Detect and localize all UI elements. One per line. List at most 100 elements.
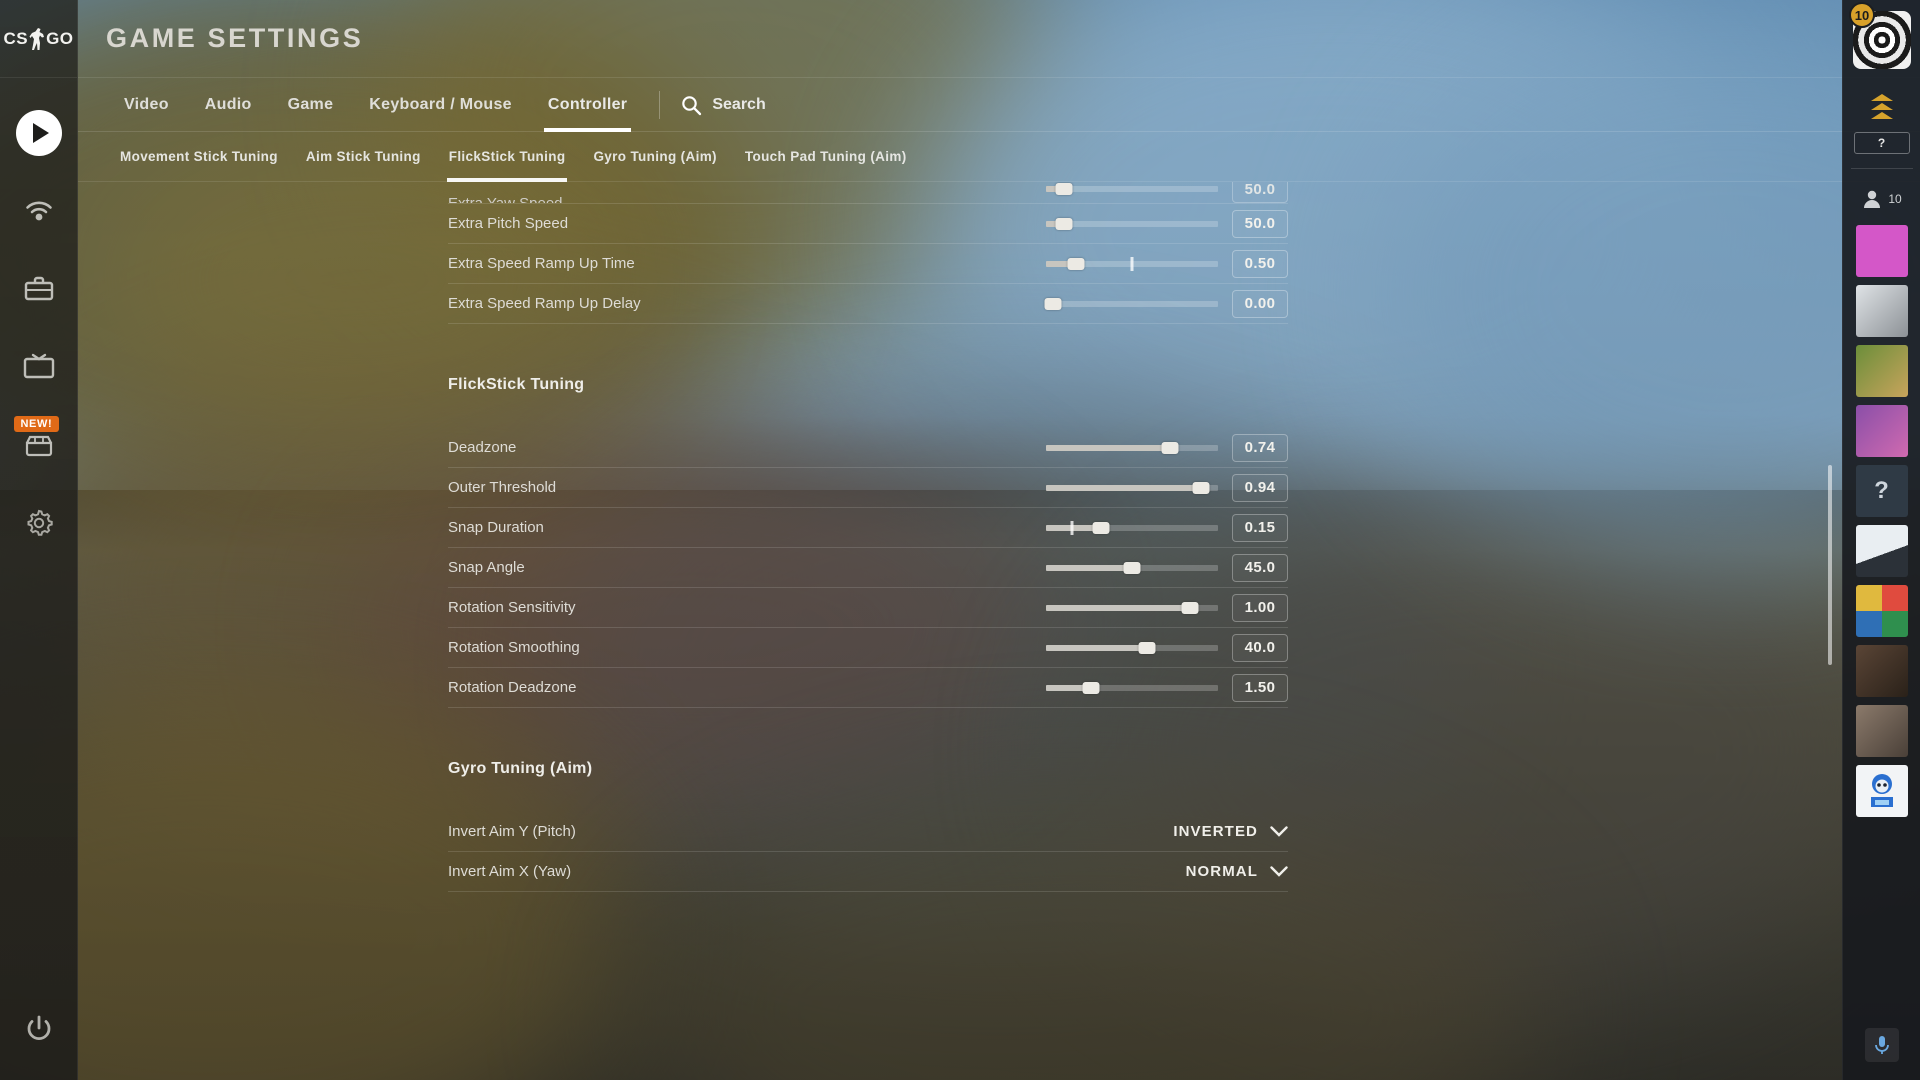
broadcast-icon xyxy=(25,201,52,221)
setting-row-outer-threshold[interactable]: Outer Threshold 0.94 xyxy=(448,468,1288,508)
setting-value[interactable]: 1.00 xyxy=(1232,593,1288,622)
setting-value[interactable]: 1.50 xyxy=(1232,673,1288,702)
tab-video[interactable]: Video xyxy=(106,78,187,132)
invert-aim-x-dropdown[interactable]: NORMAL xyxy=(1186,863,1288,880)
setting-value[interactable]: 0.15 xyxy=(1232,513,1288,542)
setting-value[interactable]: 0.94 xyxy=(1232,473,1288,502)
rail-broadcast-button[interactable] xyxy=(0,172,78,250)
overlay-game-tile[interactable]: 10 xyxy=(1843,0,1920,80)
dropdown-value: INVERTED xyxy=(1173,823,1258,840)
section-heading-gyro: Gyro Tuning (Aim) xyxy=(448,760,593,777)
avatar-dark[interactable] xyxy=(1855,645,1908,697)
setting-slider[interactable] xyxy=(1046,520,1218,535)
invert-aim-y-dropdown[interactable]: INVERTED xyxy=(1173,823,1288,840)
dropdown-value: NORMAL xyxy=(1185,863,1258,880)
setting-row-deadzone[interactable]: Deadzone 0.74 xyxy=(448,428,1288,468)
avatar-question[interactable]: ? xyxy=(1855,465,1908,517)
setting-slider[interactable] xyxy=(1046,561,1218,574)
setting-slider[interactable] xyxy=(1046,681,1218,694)
setting-slider[interactable] xyxy=(1044,297,1218,310)
subtab-movement-stick-tuning[interactable]: Movement Stick Tuning xyxy=(106,132,292,182)
search-field[interactable]: Search xyxy=(674,94,766,116)
overlay-bottom xyxy=(1864,1028,1899,1080)
setting-label: Extra Yaw Speed xyxy=(448,195,563,204)
setting-label: Extra Speed Ramp Up Time xyxy=(448,255,635,272)
setting-label: Snap Duration xyxy=(448,519,544,536)
overlay-expand-button[interactable] xyxy=(1843,80,1920,132)
microphone-icon xyxy=(1874,1036,1889,1054)
chevron-down-icon xyxy=(1270,826,1288,837)
rail-watch-button[interactable] xyxy=(0,328,78,406)
rail-inventory-button[interactable] xyxy=(0,250,78,328)
chevron-down-icon xyxy=(1270,866,1288,877)
rail-settings-button[interactable] xyxy=(0,484,78,562)
setting-label: Invert Aim Y (Pitch) xyxy=(448,823,576,840)
setting-slider[interactable] xyxy=(1046,217,1218,230)
logo-text-go: GO xyxy=(46,28,74,48)
setting-row-snap-duration[interactable]: Snap Duration 0.15 xyxy=(448,508,1288,548)
power-icon xyxy=(27,1015,50,1041)
tab-game[interactable]: Game xyxy=(270,78,352,132)
setting-value[interactable]: 0.74 xyxy=(1232,433,1288,462)
microphone-button[interactable] xyxy=(1864,1028,1899,1062)
gear-icon xyxy=(27,509,53,536)
friends-count-row[interactable]: 10 xyxy=(1843,179,1920,219)
setting-slider[interactable] xyxy=(1046,441,1218,454)
setting-row-extra-pitch-speed[interactable]: Extra Pitch Speed 50.0 xyxy=(448,204,1288,244)
avatar-panda[interactable] xyxy=(1855,225,1908,277)
subtab-touch-pad-tuning-aim[interactable]: Touch Pad Tuning (Aim) xyxy=(731,132,921,182)
csgo-logo[interactable]: CS GO xyxy=(0,0,77,78)
setting-value[interactable]: 50.0 xyxy=(1232,182,1288,203)
tab-controller[interactable]: Controller xyxy=(530,78,645,132)
setting-slider[interactable] xyxy=(1046,641,1218,654)
setting-row-rotation-sensitivity[interactable]: Rotation Sensitivity 1.00 xyxy=(448,588,1288,628)
section-heading-flickstick: FlickStick Tuning xyxy=(448,376,585,393)
search-label: Search xyxy=(712,95,766,113)
setting-label: Rotation Sensitivity xyxy=(448,599,576,616)
setting-slider[interactable] xyxy=(1046,601,1218,614)
rail-quit-button[interactable] xyxy=(0,1002,78,1080)
avatar-skull[interactable] xyxy=(1855,285,1908,337)
setting-row-rotation-deadzone[interactable]: Rotation Deadzone 1.50 xyxy=(448,668,1288,708)
subtab-gyro-tuning-aim[interactable]: Gyro Tuning (Aim) xyxy=(579,132,730,182)
setting-value[interactable]: 40.0 xyxy=(1232,633,1288,662)
notification-badge: 10 xyxy=(1849,2,1875,28)
overlay-divider xyxy=(1850,168,1913,169)
avatar-colors[interactable] xyxy=(1855,585,1908,637)
setting-slider[interactable] xyxy=(1046,256,1218,271)
setting-value[interactable]: 0.00 xyxy=(1232,289,1288,318)
left-nav-rail: CS GO NEW! xyxy=(0,0,78,1080)
header-bar: GAME SETTINGS xyxy=(78,0,1920,78)
avatar-climber[interactable] xyxy=(1855,525,1908,577)
tab-audio[interactable]: Audio xyxy=(187,78,270,132)
setting-row-extra-speed-ramp-up-delay[interactable]: Extra Speed Ramp Up Delay 0.00 xyxy=(448,284,1288,324)
secondary-tabs: Movement Stick Tuning Aim Stick Tuning F… xyxy=(78,132,1920,182)
setting-slider[interactable] xyxy=(1046,183,1218,195)
avatar-person[interactable] xyxy=(1855,705,1908,757)
setting-row-extra-yaw-speed[interactable]: Extra Yaw Speed 50.0 xyxy=(448,182,1288,204)
vertical-scrollbar[interactable] xyxy=(1828,465,1832,665)
setting-row-extra-speed-ramp-up-time[interactable]: Extra Speed Ramp Up Time 0.50 xyxy=(448,244,1288,284)
setting-row-snap-angle[interactable]: Snap Angle 45.0 xyxy=(448,548,1288,588)
friends-count: 10 xyxy=(1888,192,1902,206)
setting-value[interactable]: 0.50 xyxy=(1232,249,1288,278)
person-icon xyxy=(1864,190,1881,208)
subtab-aim-stick-tuning[interactable]: Aim Stick Tuning xyxy=(292,132,435,182)
avatar-purple[interactable] xyxy=(1855,405,1908,457)
setting-row-rotation-smoothing[interactable]: Rotation Smoothing 40.0 xyxy=(448,628,1288,668)
tab-keyboard-mouse[interactable]: Keyboard / Mouse xyxy=(351,78,530,132)
setting-value[interactable]: 45.0 xyxy=(1232,553,1288,582)
setting-label: Snap Angle xyxy=(448,559,525,576)
setting-value[interactable]: 50.0 xyxy=(1232,209,1288,238)
subtab-flickstick-tuning[interactable]: FlickStick Tuning xyxy=(435,132,580,182)
rail-play-button[interactable] xyxy=(0,94,78,172)
avatar-landscape[interactable] xyxy=(1855,345,1908,397)
help-button[interactable]: ? xyxy=(1853,132,1910,154)
friends-avatar-list: ? xyxy=(1855,225,1908,817)
page-title: GAME SETTINGS xyxy=(106,23,364,53)
setting-slider[interactable] xyxy=(1046,481,1218,494)
avatar-megaman[interactable] xyxy=(1855,765,1908,817)
setting-row-invert-aim-x[interactable]: Invert Aim X (Yaw) NORMAL xyxy=(448,852,1288,892)
setting-row-invert-aim-y[interactable]: Invert Aim Y (Pitch) INVERTED xyxy=(448,812,1288,852)
rail-store-button[interactable]: NEW! xyxy=(0,406,78,484)
